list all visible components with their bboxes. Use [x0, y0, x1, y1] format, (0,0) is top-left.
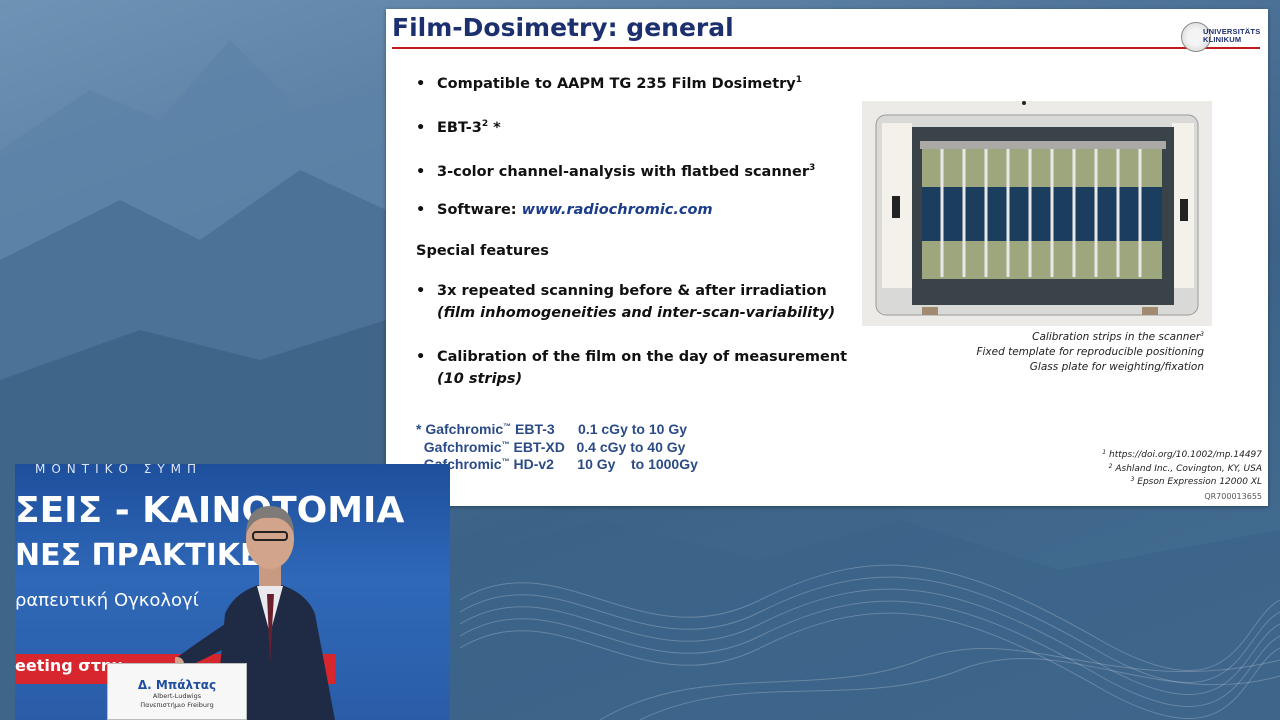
presentation-slide: Film-Dosimetry: general UNIVERSITÄTS KLI…: [386, 9, 1268, 506]
speaker-affiliation: Πανεπιστήμιο Freiburg: [140, 701, 214, 709]
bullet-text: 3x repeated scanning before & after irra…: [437, 283, 827, 299]
footnote-ref: 3: [808, 163, 816, 173]
stage-banner-line-3: ραπευτική Ογκολογί: [15, 590, 199, 611]
slide-title: Film-Dosimetry: general: [392, 13, 734, 42]
speaker-name: Δ. Μπάλτας: [137, 678, 217, 692]
bullet-text: Compatible to AAPM TG 235 Film Dosimetry: [437, 76, 796, 92]
gafchromic-row: Gafchromic™ EBT-XD 0.4 cGy to 40 Gy: [416, 438, 686, 455]
title-underline: [392, 47, 1260, 49]
caption-line: Glass plate for weighting/fixation: [1029, 361, 1204, 373]
bullet-color-channel: 3-color channel-analysis with flatbed sc…: [416, 161, 815, 183]
footnote-ref: 1: [795, 75, 802, 85]
bullet-software: Software: www.radiochromic.com: [416, 199, 713, 221]
logo-wordmark: UNIVERSITÄTS KLINIKUM: [1203, 28, 1260, 44]
bullet-asterisk: *: [488, 120, 501, 136]
gafchromic-row: * Gafchromic™ EBT-3 0.1 cGy to 10 Gy: [416, 421, 687, 437]
stage-banner-top: ΜΟΝΤΙΚΟ ΣΥΜΠ: [35, 464, 203, 476]
reference-item: 2 Ashland Inc., Covington, KY, USA: [1108, 462, 1262, 474]
speaker-video: ΜΟΝΤΙΚΟ ΣΥΜΠ ΣΕΙΣ - ΚΑΙΝΟΤΟΜΙΑ ΝΕΣ ΠΡΑΚΤ…: [15, 464, 450, 720]
reference-item: 3 Epson Expression 12000 XL: [1130, 476, 1262, 488]
caption-line: Calibration strips in the scanner3: [1032, 331, 1204, 343]
logo-line-2: KLINIKUM: [1203, 35, 1242, 44]
bullet-ebt3: EBT-32 *: [416, 117, 501, 139]
special-features-heading: Special features: [416, 243, 549, 259]
bullet-text: EBT-3: [437, 120, 482, 136]
bullet-aapm: Compatible to AAPM TG 235 Film Dosimetry…: [416, 73, 802, 95]
bullet-text: Software:: [437, 202, 522, 218]
bullet-subtext: (10 strips): [437, 371, 523, 387]
university-logo: UNIVERSITÄTS KLINIKUM: [1181, 22, 1261, 52]
software-link[interactable]: www.radiochromic.com: [522, 202, 713, 218]
gafchromic-row: Gafchromic™ HD-v2 10 Gy to 1000Gy: [416, 456, 698, 472]
slide-code: QR700013655: [1204, 491, 1262, 501]
speaker-podium: Δ. Μπάλτας Albert-Ludwigs Πανεπιστήμιο F…: [107, 663, 247, 720]
reference-item: 1 https://doi.org/10.1002/mp.14497: [1102, 449, 1262, 461]
bullet-text: Calibration of the film on the day of me…: [437, 349, 848, 365]
bullet-subtext: (film inhomogeneities and inter-scan-var…: [437, 305, 836, 321]
photo-caption: Calibration strips in the scanner3 Fixed…: [976, 330, 1204, 375]
caption-line: Fixed template for reproducible position…: [976, 346, 1204, 358]
speaker-affiliation: Albert-Ludwigs: [152, 692, 202, 700]
bullet-calibration: Calibration of the film on the day of me…: [416, 346, 856, 390]
scanner-photo: [862, 101, 1212, 326]
bullet-repeated-scanning: 3x repeated scanning before & after irra…: [416, 280, 856, 324]
bullet-text: 3-color channel-analysis with flatbed sc…: [437, 164, 809, 180]
gafchromic-list: * Gafchromic™ EBT-3 0.1 cGy to 10 Gy Gaf…: [416, 421, 698, 474]
references: 1 https://doi.org/10.1002/mp.14497 2 Ash…: [1102, 449, 1262, 503]
